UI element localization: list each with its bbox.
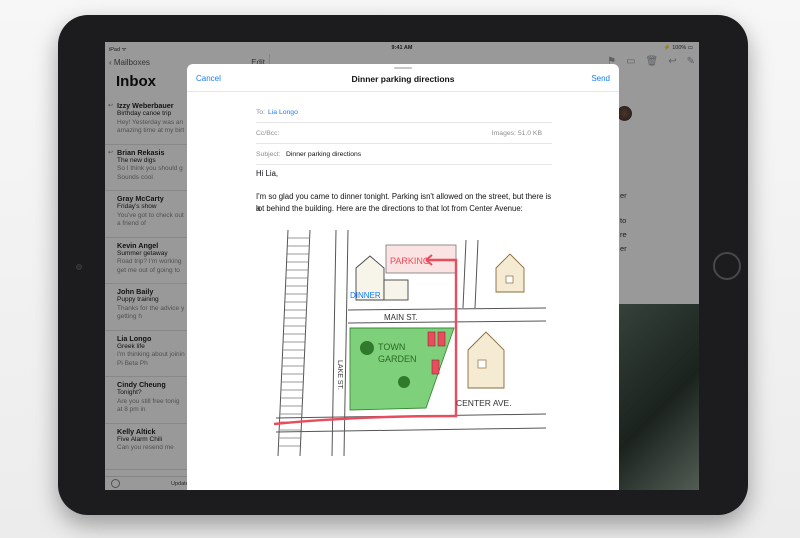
subject-field[interactable]: Subject: Dinner parking directions — [256, 144, 552, 165]
compose-title: Dinner parking directions — [351, 74, 455, 84]
cc-bcc-label: Cc/Bcc: — [256, 130, 280, 137]
subject-label: Subject: — [256, 151, 281, 158]
center-ave-label: CENTER AVE. — [456, 398, 512, 408]
to-field[interactable]: To: Lia Longo — [256, 102, 552, 123]
stage: iPad ᯤ 9:41 AM ⚡ 100% ▭ ‹ Mailboxes Edit… — [0, 0, 800, 538]
greeting-text[interactable]: Hi Lia, — [256, 168, 556, 180]
home-button[interactable] — [713, 252, 741, 280]
town-label: TOWN — [378, 342, 405, 352]
images-size[interactable]: Images: 51.0 KB — [492, 130, 542, 137]
compose-nav-bar: Cancel Dinner parking directions Send — [187, 64, 619, 92]
body-line[interactable]: lot behind the building. Here are the di… — [256, 203, 556, 215]
to-label: To: — [256, 109, 266, 116]
cc-bcc-field[interactable]: Cc/Bcc: Images: 51.0 KB — [256, 123, 552, 144]
parking-label: PARKING — [390, 256, 430, 266]
main-st-label: MAIN ST. — [384, 313, 418, 322]
subject-value[interactable]: Dinner parking directions — [286, 151, 361, 158]
send-button[interactable]: Send — [591, 74, 610, 83]
directions-map-image: PARKING DINNER MAIN ST. LAKE ST. TOWN GA… — [273, 229, 547, 457]
lake-st-label: LAKE ST. — [336, 360, 343, 390]
garden-label: GARDEN — [378, 354, 417, 364]
to-recipient[interactable]: Lia Longo — [268, 109, 298, 116]
front-camera — [76, 264, 82, 270]
dinner-label: DINNER — [350, 291, 381, 300]
compose-sheet: Cancel Dinner parking directions Send To… — [187, 64, 619, 490]
